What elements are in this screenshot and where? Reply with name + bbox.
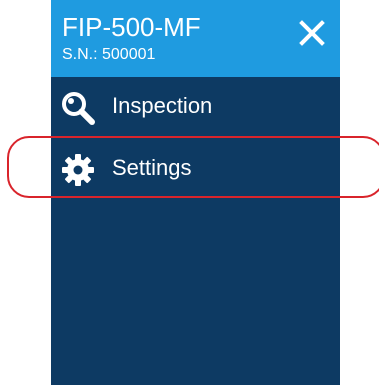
serial-number: S.N.: 500001 xyxy=(62,46,156,63)
close-button[interactable] xyxy=(295,16,329,50)
magnifier-icon xyxy=(60,90,96,126)
menu-item-settings[interactable]: Settings xyxy=(51,138,340,200)
menu-item-label: Settings xyxy=(112,155,192,180)
close-icon xyxy=(299,20,325,46)
gear-icon xyxy=(60,152,96,188)
menu-item-inspection[interactable]: Inspection xyxy=(51,76,340,138)
device-menu-panel: FIP-500-MF S.N.: 500001 Inspection Setti… xyxy=(51,0,340,385)
menu-item-label: Inspection xyxy=(112,93,213,118)
device-name: FIP-500-MF xyxy=(62,12,201,42)
menu-header: FIP-500-MF S.N.: 500001 xyxy=(51,0,340,77)
